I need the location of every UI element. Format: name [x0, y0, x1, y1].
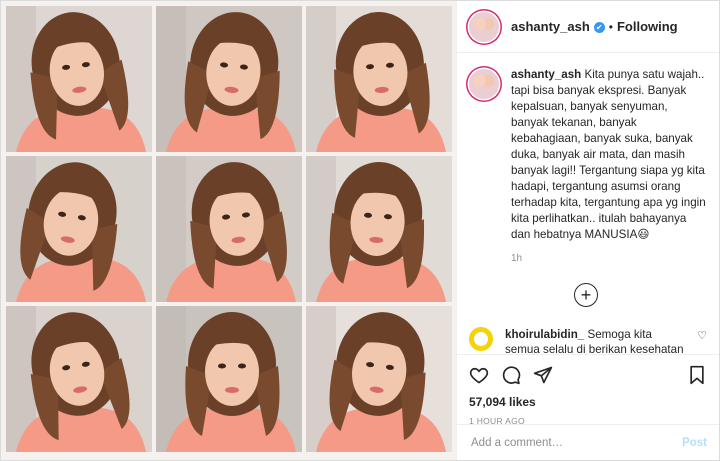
caption-text: Kita punya satu wajah.. tapi bisa banyak… [511, 68, 706, 241]
photo-tile [6, 306, 152, 452]
verified-badge-icon: ✔ [593, 22, 605, 33]
caption: ashanty_ash Kita punya satu wajah.. tapi… [469, 67, 707, 267]
selfie-photo [156, 306, 302, 452]
photo-grid [6, 6, 452, 452]
post-actions: 57,094 likes 1 HOUR AGO [457, 354, 719, 426]
post-image[interactable] [1, 1, 456, 460]
selfie-photo [6, 6, 152, 152]
comment-item: khoirulabidin_ Semoga kita semua selalu … [469, 327, 707, 354]
photo-tile [156, 6, 302, 152]
selfie-photo [6, 156, 152, 302]
photo-tile [306, 6, 452, 152]
add-comment-bar: Post [457, 424, 719, 460]
add-comment-input[interactable] [469, 435, 683, 450]
selfie-photo [156, 156, 302, 302]
comment-bubble-icon[interactable] [501, 365, 521, 385]
post-side-panel: ashanty_ash ✔ • Following ashanty_ash Kit… [456, 1, 719, 460]
selfie-photo [6, 306, 152, 452]
bookmark-save-icon[interactable] [687, 365, 707, 385]
caption-username[interactable]: ashanty_ash [511, 68, 581, 81]
post-header: ashanty_ash ✔ • Following [457, 1, 719, 53]
comment-body: khoirulabidin_ Semoga kita semua selalu … [505, 327, 689, 354]
selfie-photo [306, 306, 452, 452]
avatar[interactable] [469, 11, 499, 42]
caption-body: ashanty_ash Kita punya satu wajah.. tapi… [511, 67, 707, 267]
photo-tile [156, 306, 302, 452]
comments-area: ashanty_ash Kita punya satu wajah.. tapi… [457, 53, 719, 354]
likes-count[interactable]: 57,094 likes [469, 395, 707, 409]
comment-avatar[interactable] [469, 327, 493, 351]
comment-username[interactable]: khoirulabidin_ [505, 328, 584, 341]
photo-tile [6, 156, 152, 302]
selfie-photo [306, 6, 452, 152]
selfie-photo [306, 156, 452, 302]
comment-like-heart-icon[interactable]: ♡ [697, 329, 707, 342]
share-paper-plane-icon[interactable] [533, 365, 553, 385]
selfie-photo [156, 6, 302, 152]
following-button[interactable]: Following [617, 19, 678, 34]
like-heart-icon[interactable] [469, 365, 489, 385]
username-link[interactable]: ashanty_ash ✔ [511, 19, 605, 34]
load-more-comments-button[interactable]: + [574, 283, 598, 307]
photo-tile [306, 156, 452, 302]
photo-tile [6, 6, 152, 152]
photo-tile [156, 156, 302, 302]
post-dialog: ashanty_ash ✔ • Following ashanty_ash Kit… [0, 0, 720, 461]
photo-tile [306, 306, 452, 452]
post-comment-button[interactable]: Post [682, 437, 707, 449]
caption-avatar[interactable] [469, 69, 499, 99]
caption-time[interactable]: 1h [511, 251, 707, 267]
separator-dot: • [608, 19, 613, 34]
